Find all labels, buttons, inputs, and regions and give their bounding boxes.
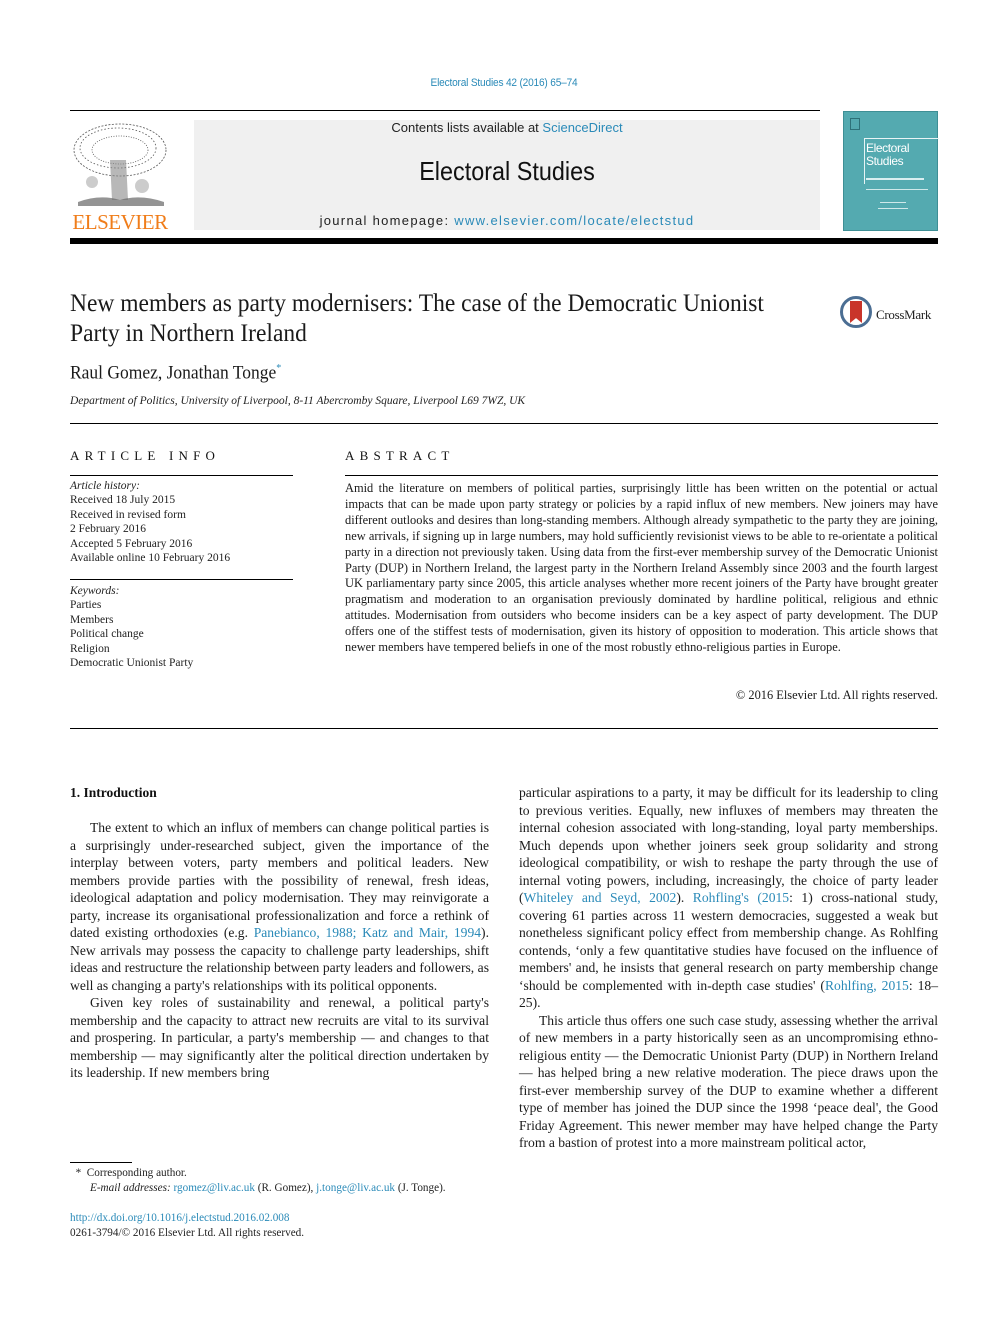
paragraph: Given key roles of sustainability and re…	[70, 995, 489, 1080]
header-thick-rule	[70, 238, 938, 244]
history-item: Received in revised form	[70, 508, 186, 521]
journal-cover-thumbnail[interactable]: Electoral Studies	[843, 111, 939, 231]
cover-subtitle-bar	[866, 178, 924, 180]
email-addresses: E-mail addresses: rgomez@liv.ac.uk (R. G…	[90, 1182, 446, 1194]
footnote-rule	[70, 1162, 132, 1163]
citation-link[interactable]: Rohfling's (2015	[693, 890, 789, 905]
contents-line: Contents lists available at ScienceDirec…	[194, 120, 820, 135]
article-info-heading: ARTICLE INFO	[70, 448, 221, 463]
keyword-item: Members	[70, 613, 114, 626]
title-divider	[70, 423, 938, 424]
history-item: Received 18 July 2015	[70, 494, 176, 507]
history-item: Accepted 5 February 2016	[70, 537, 193, 550]
email-link-tonge[interactable]: j.tonge@liv.ac.uk	[316, 1182, 395, 1194]
abstract-divider	[70, 728, 938, 729]
body-column-right: particular aspirations to a party, it ma…	[519, 784, 938, 1152]
header-top-rule	[70, 110, 820, 111]
keyword-item: Parties	[70, 599, 102, 612]
doi-link[interactable]: http://dx.doi.org/10.1016/j.electstud.20…	[70, 1212, 290, 1224]
paragraph: This article thus offers one such case s…	[519, 1012, 938, 1151]
citation-link[interactable]: Rohlfing, 2015	[825, 978, 909, 993]
section-heading-introduction: 1. Introduction	[70, 785, 157, 800]
contents-prefix: Contents lists available at	[391, 120, 543, 135]
paragraph: The extent to which an influx of members…	[70, 820, 489, 993]
keyword-item: Political change	[70, 628, 144, 641]
affiliation: Department of Politics, University of Li…	[70, 395, 526, 407]
cover-publisher-icon	[850, 118, 860, 130]
abstract-text: Amid the literature on members of politi…	[345, 481, 938, 655]
article-info-rule	[70, 475, 293, 476]
sciencedirect-link[interactable]: ScienceDirect	[542, 120, 622, 135]
crossmark-label: CrossMark	[876, 307, 932, 322]
body-column-left: The extent to which an influx of members…	[70, 819, 489, 1082]
cover-line	[866, 189, 928, 190]
citation-link[interactable]: Whiteley and Seyd, 2002	[524, 890, 677, 905]
homepage-prefix: journal homepage:	[319, 213, 455, 228]
abstract-rule	[345, 475, 938, 476]
journal-homepage-link[interactable]: www.elsevier.com/locate/electstud	[454, 213, 694, 228]
journal-header-box: Contents lists available at ScienceDirec…	[194, 120, 820, 230]
issn-copyright: 0261-3794/© 2016 Elsevier Ltd. All right…	[70, 1227, 305, 1239]
doi-block: http://dx.doi.org/10.1016/j.electstud.20…	[70, 1211, 304, 1241]
keyword-item: Religion	[70, 642, 110, 655]
journal-title: Electoral Studies	[419, 156, 595, 186]
corresponding-author-note: * Corresponding author.	[75, 1167, 187, 1179]
paragraph: particular aspirations to a party, it ma…	[519, 785, 938, 1010]
cover-line	[880, 202, 906, 203]
article-title: New members as party modernisers: The ca…	[70, 290, 764, 347]
elsevier-logo[interactable]: ELSEVIER	[70, 120, 170, 234]
article-history: Article history: Received 18 July 2015 R…	[70, 479, 295, 565]
history-item: Available online 10 February 2016	[70, 552, 231, 565]
citation-link[interactable]: Panebianco, 1988; Katz and Mair, 1994	[254, 925, 481, 940]
keywords: Keywords: Parties Members Political chan…	[70, 584, 295, 670]
authors-text: Raul Gomez, Jonathan Tonge	[70, 362, 277, 384]
corresponding-author-marker[interactable]: *	[276, 362, 281, 374]
cover-title: Electoral Studies	[866, 141, 910, 168]
history-label: Article history:	[70, 480, 140, 492]
history-item: 2 February 2016	[70, 523, 147, 536]
keywords-label: Keywords:	[70, 585, 120, 597]
elsevier-wordmark: ELSEVIER	[72, 210, 168, 234]
abstract-copyright: © 2016 Elsevier Ltd. All rights reserved…	[735, 688, 938, 702]
author-list: Raul Gomez, Jonathan Tonge*	[70, 362, 281, 384]
footnote: * Corresponding author. E-mail addresses…	[70, 1166, 500, 1196]
elsevier-tree-icon	[73, 123, 167, 206]
abstract-heading: ABSTRACT	[345, 448, 455, 463]
keyword-item: Democratic Unionist Party	[70, 657, 194, 670]
homepage-line: journal homepage: www.elsevier.com/locat…	[194, 213, 820, 228]
crossmark-badge[interactable]: CrossMark	[840, 296, 940, 336]
email-link-gomez[interactable]: rgomez@liv.ac.uk	[173, 1182, 254, 1194]
keywords-rule	[70, 579, 293, 580]
cover-line	[878, 208, 908, 209]
journal-citation-link[interactable]: Electoral Studies 42 (2016) 65–74	[40, 77, 967, 89]
